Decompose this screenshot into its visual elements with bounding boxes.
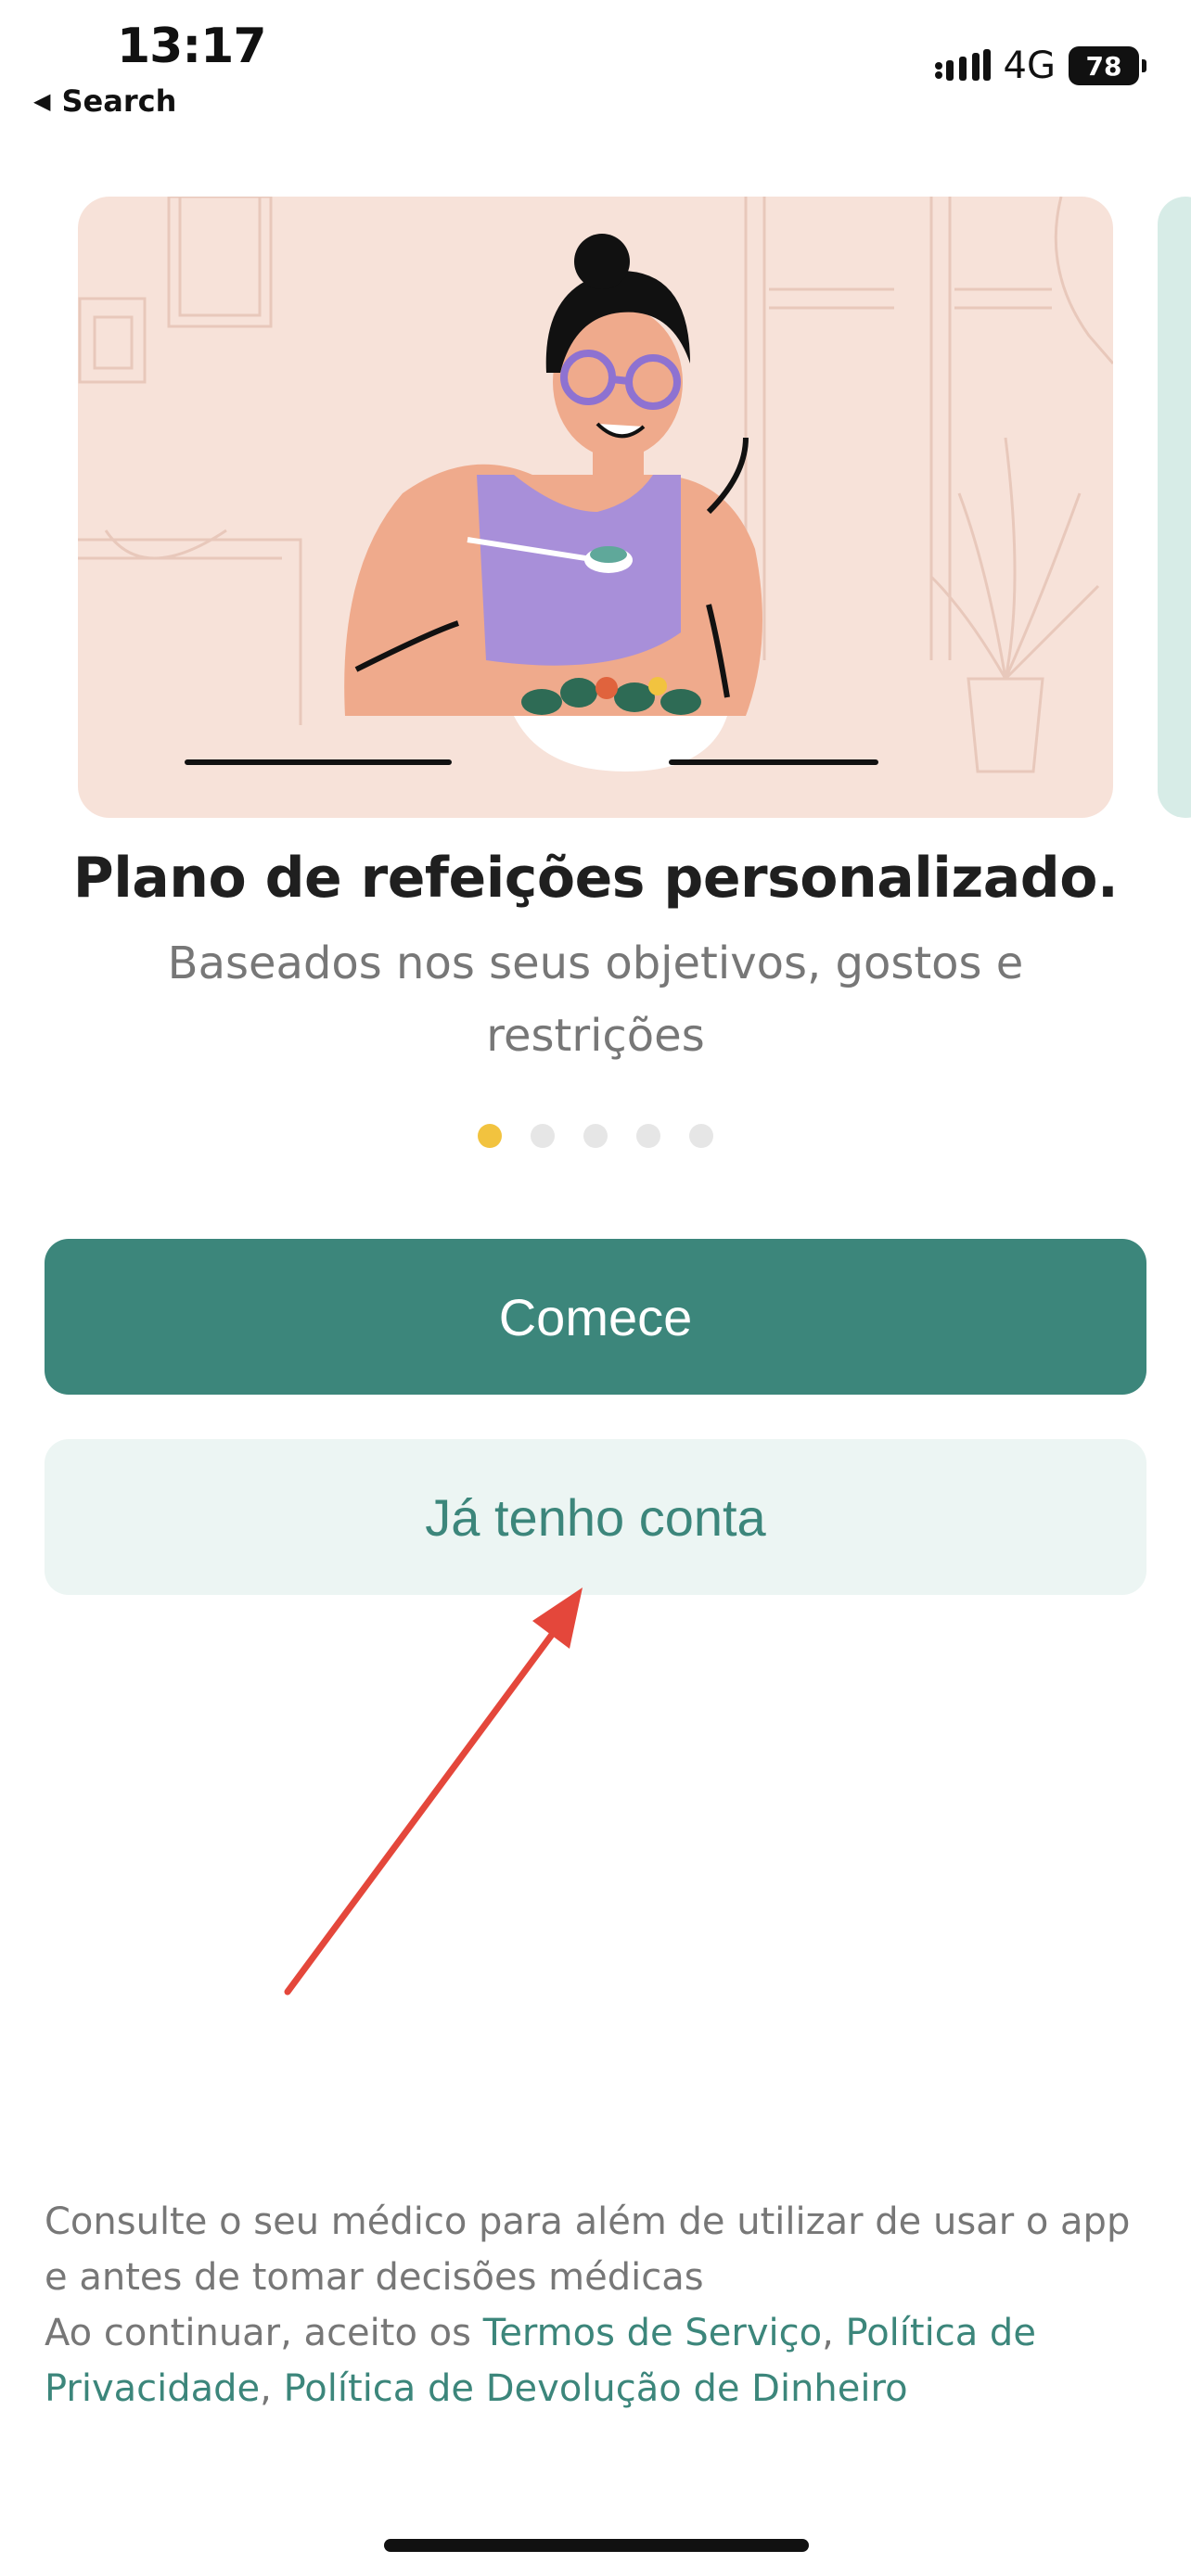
battery-icon: 78 (1069, 46, 1146, 85)
cellular-signal-icon (934, 49, 991, 81)
back-arrow-icon: ◀ (33, 88, 51, 114)
consent-prefix: Ao continuar, aceito os (45, 2312, 483, 2354)
page-dot-4[interactable] (636, 1124, 660, 1148)
status-indicators: 4G 78 (933, 45, 1146, 87)
refund-policy-link[interactable]: Política de Devolução de Dinheiro (284, 2367, 908, 2410)
slide-subtitle: Baseados nos seus objetivos, gostos e re… (167, 937, 1024, 1062)
battery-level: 78 (1069, 46, 1139, 85)
legal-footer: Consulte o seu médico para além de utili… (45, 2200, 1131, 2410)
page-dot-5[interactable] (689, 1124, 713, 1148)
woman-eating-salad-illustration (78, 197, 1113, 773)
already-have-account-button[interactable]: Já tenho conta (45, 1439, 1146, 1595)
back-to-search-link[interactable]: ◀ Search (33, 83, 176, 119)
page-dot-1[interactable] (478, 1124, 502, 1148)
home-indicator[interactable] (384, 2539, 809, 2552)
back-label: Search (61, 83, 177, 119)
slide-title: Plano de refeições personalizado. (72, 846, 1119, 911)
page-dot-3[interactable] (583, 1124, 608, 1148)
status-time: 13:17 (117, 19, 267, 74)
onboarding-slide-illustration[interactable] (78, 197, 1113, 818)
carousel-pagination[interactable] (0, 1124, 1191, 1148)
get-started-button[interactable]: Comece (45, 1239, 1146, 1395)
network-type: 4G (1003, 45, 1056, 87)
next-slide-preview[interactable] (1158, 197, 1191, 818)
medical-disclaimer: Consulte o seu médico para além de utili… (45, 2200, 1131, 2299)
page-dot-2[interactable] (531, 1124, 555, 1148)
terms-of-service-link[interactable]: Termos de Serviço (483, 2312, 822, 2354)
